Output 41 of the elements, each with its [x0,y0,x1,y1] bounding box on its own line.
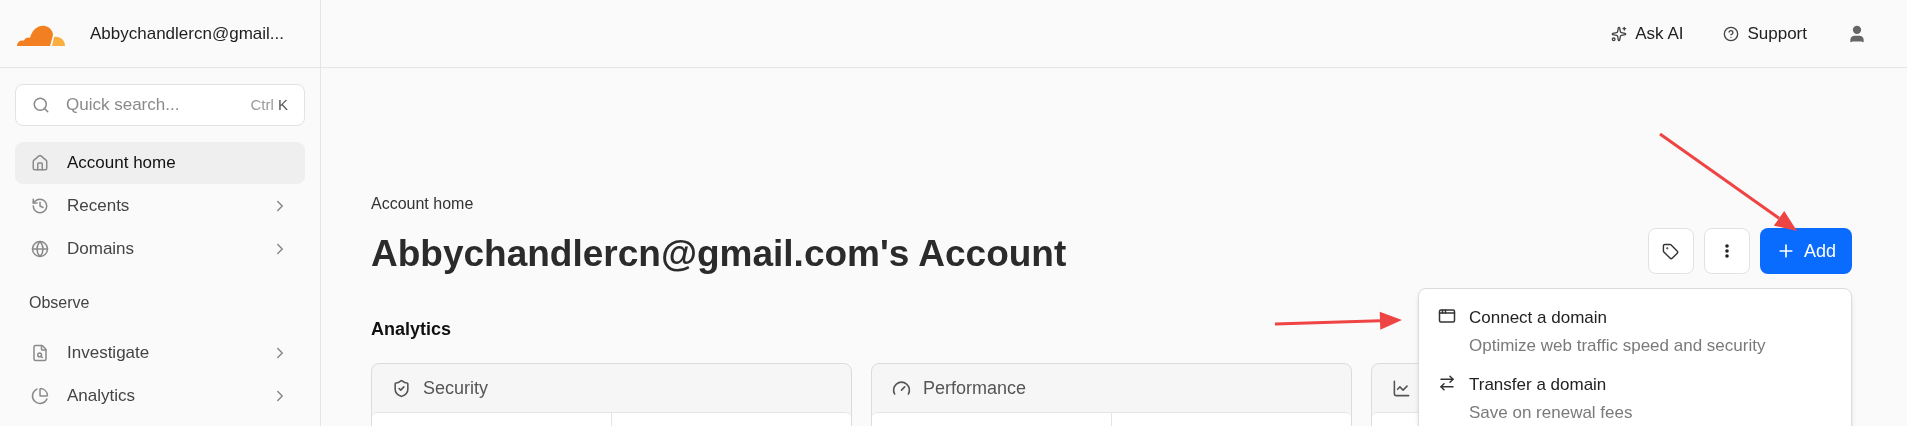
tag-button[interactable] [1647,228,1694,274]
transfer-icon [1438,374,1456,392]
menu-item-title: Connect a domain [1469,307,1608,329]
header-action[interactable]: Support [1723,20,1807,47]
globe-icon [31,240,49,258]
card-title: Performance [923,376,1027,400]
menu-item[interactable]: Transfer a domain Save on renewal fees [1438,372,1832,425]
sidebar-item[interactable]: Analytics [15,375,305,417]
help-icon [1723,25,1740,42]
sidebar-item[interactable]: Account home [15,142,305,184]
sidebar-item[interactable]: Domains [15,228,305,270]
card-title: Security [423,376,489,400]
menu-item-title: Transfer a domain [1469,374,1608,396]
search-placeholder: Quick search... [66,94,181,117]
keyboard-shortcut: Ctrl K [250,94,288,115]
history-icon [31,197,49,215]
sparkles-icon [1611,25,1628,42]
search-icon [32,96,50,114]
sidebar-item[interactable]: Recents [15,185,305,227]
breadcrumb[interactable]: Account home [371,192,1067,216]
home-icon [31,154,49,172]
shield-icon [392,378,411,398]
document-icon [31,344,49,362]
pie-chart-icon [31,387,49,405]
add-button[interactable]: Add [1759,228,1852,274]
section-heading: Analytics [371,318,452,341]
user-icon[interactable] [1847,23,1867,44]
header-action[interactable]: Ask AI [1611,20,1684,47]
page-title: Abbychandlercn@gmail.com's Account [371,232,1067,276]
menu-item-description: Save on renewal fees [1469,401,1633,424]
sidebar-item[interactable]: Investigate [15,332,305,374]
menu-item[interactable]: Connect a domain Optimize web traffic speed and security [1438,305,1832,358]
gauge-icon [892,378,911,398]
more-icon [1724,244,1729,258]
window-icon [1438,307,1456,325]
tag-icon [1662,242,1680,260]
line-chart-icon [1392,378,1411,398]
account-name[interactable]: Abbychandlercn@gmail... [90,20,284,47]
sidebar-section-label: Observe [28,293,91,313]
menu-item-description: Optimize web traffic speed and security [1469,334,1766,357]
search-field[interactable]: Quick search... Ctrl K [15,84,305,126]
